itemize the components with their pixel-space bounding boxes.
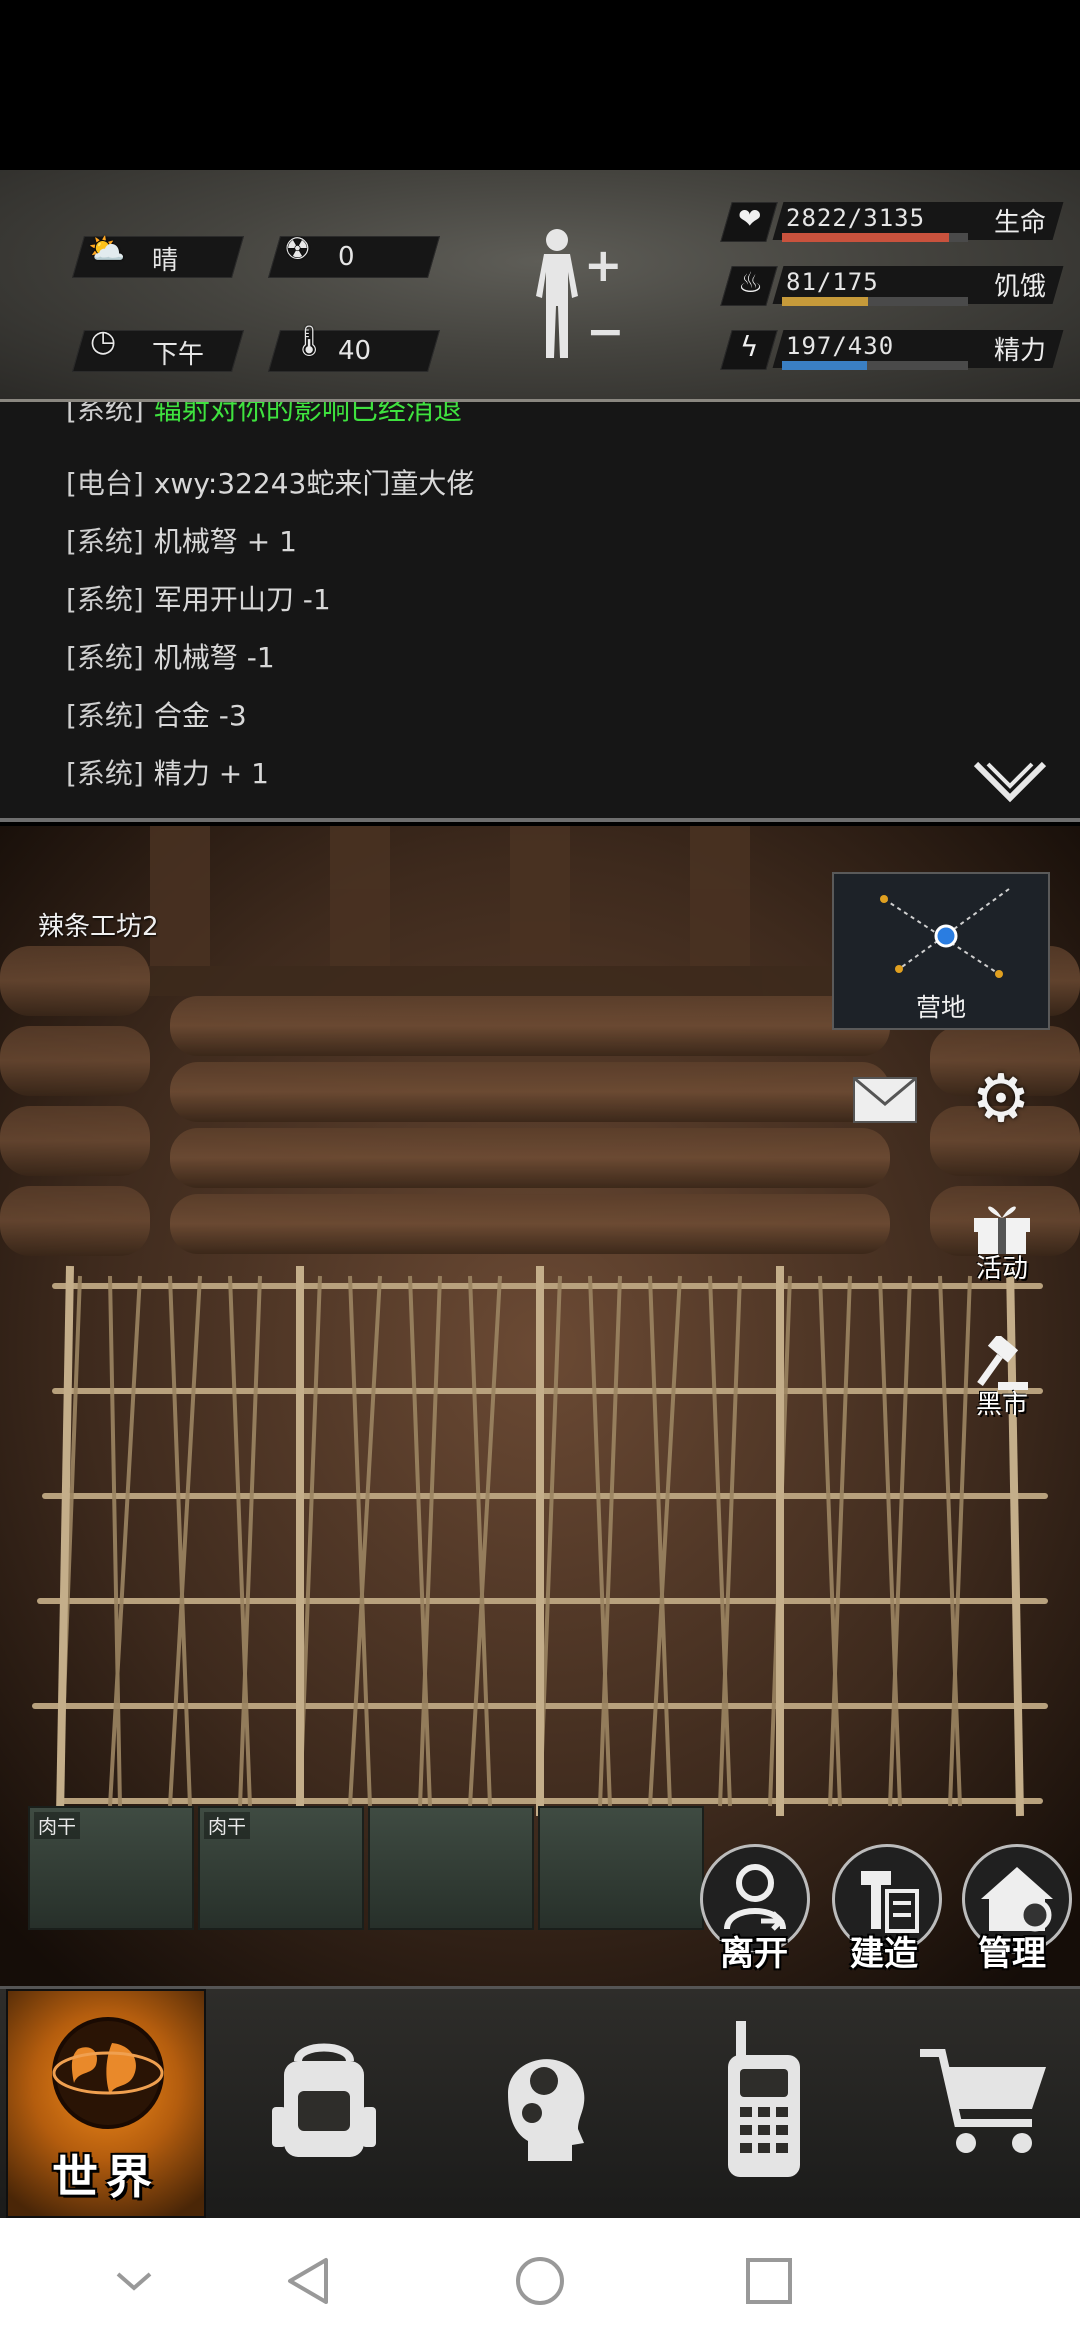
energy-icon: ϟ <box>740 330 759 363</box>
status-panel: ⛅ 晴 ☢ 0 ◷ 下午 🌡 40 + − ❤ 2822/3135 生命 ♨ 8… <box>0 170 1080 402</box>
energy-text: 197/430 <box>786 332 895 360</box>
radiation-icon: ☢ <box>284 232 311 267</box>
nav-world-tab[interactable]: 世界 <box>6 1989 206 2218</box>
build-label: 建造 <box>850 1934 918 1974</box>
settings-button[interactable]: ⚙ <box>966 1064 1036 1134</box>
manage-label: 管理 <box>978 1934 1046 1974</box>
storage-crate[interactable] <box>538 1806 704 1930</box>
system-nav-bar <box>0 2218 1080 2340</box>
recents-icon[interactable] <box>738 2254 798 2308</box>
chat-line-partial: [系统] 辐射对你的影响已经消退 <box>66 402 462 428</box>
backpack-icon <box>272 2043 376 2157</box>
storage-crate[interactable]: 肉干 <box>198 1806 364 1930</box>
storage-crate[interactable] <box>368 1806 534 1930</box>
mail-button[interactable] <box>850 1076 920 1128</box>
storage-crate[interactable]: 肉干 <box>28 1806 194 1930</box>
stomach-icon: ♨ <box>738 266 764 299</box>
room-name: 辣条工坊2 <box>38 912 159 942</box>
nav-shop-tab[interactable] <box>904 1989 1064 2218</box>
radio-icon <box>728 2021 800 2177</box>
minimap-route-icon <box>880 888 1010 978</box>
chat-log[interactable]: [系统] 辐射对你的影响已经消退 [电台] xwy:32243蛇来门童大佬 [系统]… <box>0 402 1080 822</box>
activity-button[interactable]: 活动 <box>960 1198 1044 1282</box>
gear-icon: ⚙ <box>971 1060 1031 1137</box>
minimap-label: 营地 <box>915 993 966 1022</box>
health-label: 生命 <box>994 208 1047 238</box>
heart-icon: ❤ <box>738 202 762 235</box>
body-figure-icon[interactable] <box>522 226 592 366</box>
nav-backpack-tab[interactable] <box>258 1989 388 2218</box>
black-market-button[interactable]: 黑市 <box>960 1336 1044 1418</box>
gavel-icon <box>977 1336 1028 1390</box>
top-black-bar <box>0 0 1080 170</box>
hunger-label: 饥饿 <box>994 272 1047 302</box>
weather-label: 晴 <box>152 246 179 276</box>
sun-cloud-icon: ⛅ <box>88 232 126 267</box>
game-scene[interactable]: 辣条工坊2 营地 ⚙ 活动 黑市 肉干 肉干 离开 建造 管理 <box>0 826 1080 1986</box>
thermometer-icon: 🌡 <box>290 324 329 359</box>
time-label: 下午 <box>152 340 205 370</box>
crate-label: 肉干 <box>34 1812 81 1839</box>
home-icon[interactable] <box>510 2254 570 2308</box>
chat-line: [系统] 机械弩 -1 <box>66 641 275 674</box>
black-market-label: 黑市 <box>975 1390 1028 1420</box>
health-bar <box>782 233 968 242</box>
nav-radio-tab[interactable] <box>700 1989 830 2218</box>
leave-label: 离开 <box>720 1934 788 1974</box>
skills-head-icon <box>508 2059 585 2161</box>
chevron-down-icon[interactable] <box>104 2254 164 2308</box>
nav-world-label: 世界 <box>52 2150 160 2204</box>
chat-line: [系统] 精力 + 1 <box>66 757 269 790</box>
cart-icon <box>920 2049 1046 2153</box>
crate-label: 肉干 <box>204 1812 251 1839</box>
chat-line: [系统] 军用开山刀 -1 <box>66 583 331 616</box>
chat-line: [系统] 合金 -3 <box>66 699 247 732</box>
hunger-bar <box>782 297 968 306</box>
energy-bar <box>782 361 968 370</box>
clock-icon: ◷ <box>90 324 117 359</box>
collapse-chat-chevron-icon[interactable] <box>972 758 1048 808</box>
hunger-text: 81/175 <box>786 268 879 296</box>
back-icon[interactable] <box>280 2254 340 2308</box>
mail-icon <box>853 1076 917 1123</box>
chat-line: [系统] 机械弩 + 1 <box>66 525 297 558</box>
chat-line: [电台] xwy:32243蛇来门童大佬 <box>66 467 475 500</box>
energy-label: 精力 <box>994 336 1047 366</box>
plus-icon[interactable]: + <box>584 242 623 288</box>
globe-icon <box>52 2017 164 2129</box>
chat-line-text: 辐射对你的影响已经消退 <box>153 402 462 426</box>
health-text: 2822/3135 <box>786 204 926 232</box>
radiation-value: 0 <box>338 242 355 272</box>
nav-skills-tab[interactable] <box>478 1989 608 2218</box>
bottom-nav: 世界 <box>0 1986 1080 2218</box>
temperature-value: 40 <box>338 336 372 366</box>
gift-icon <box>974 1206 1030 1254</box>
minimap[interactable]: 营地 <box>832 872 1050 1030</box>
minus-icon[interactable]: − <box>586 308 625 354</box>
activity-label: 活动 <box>975 1254 1028 1284</box>
